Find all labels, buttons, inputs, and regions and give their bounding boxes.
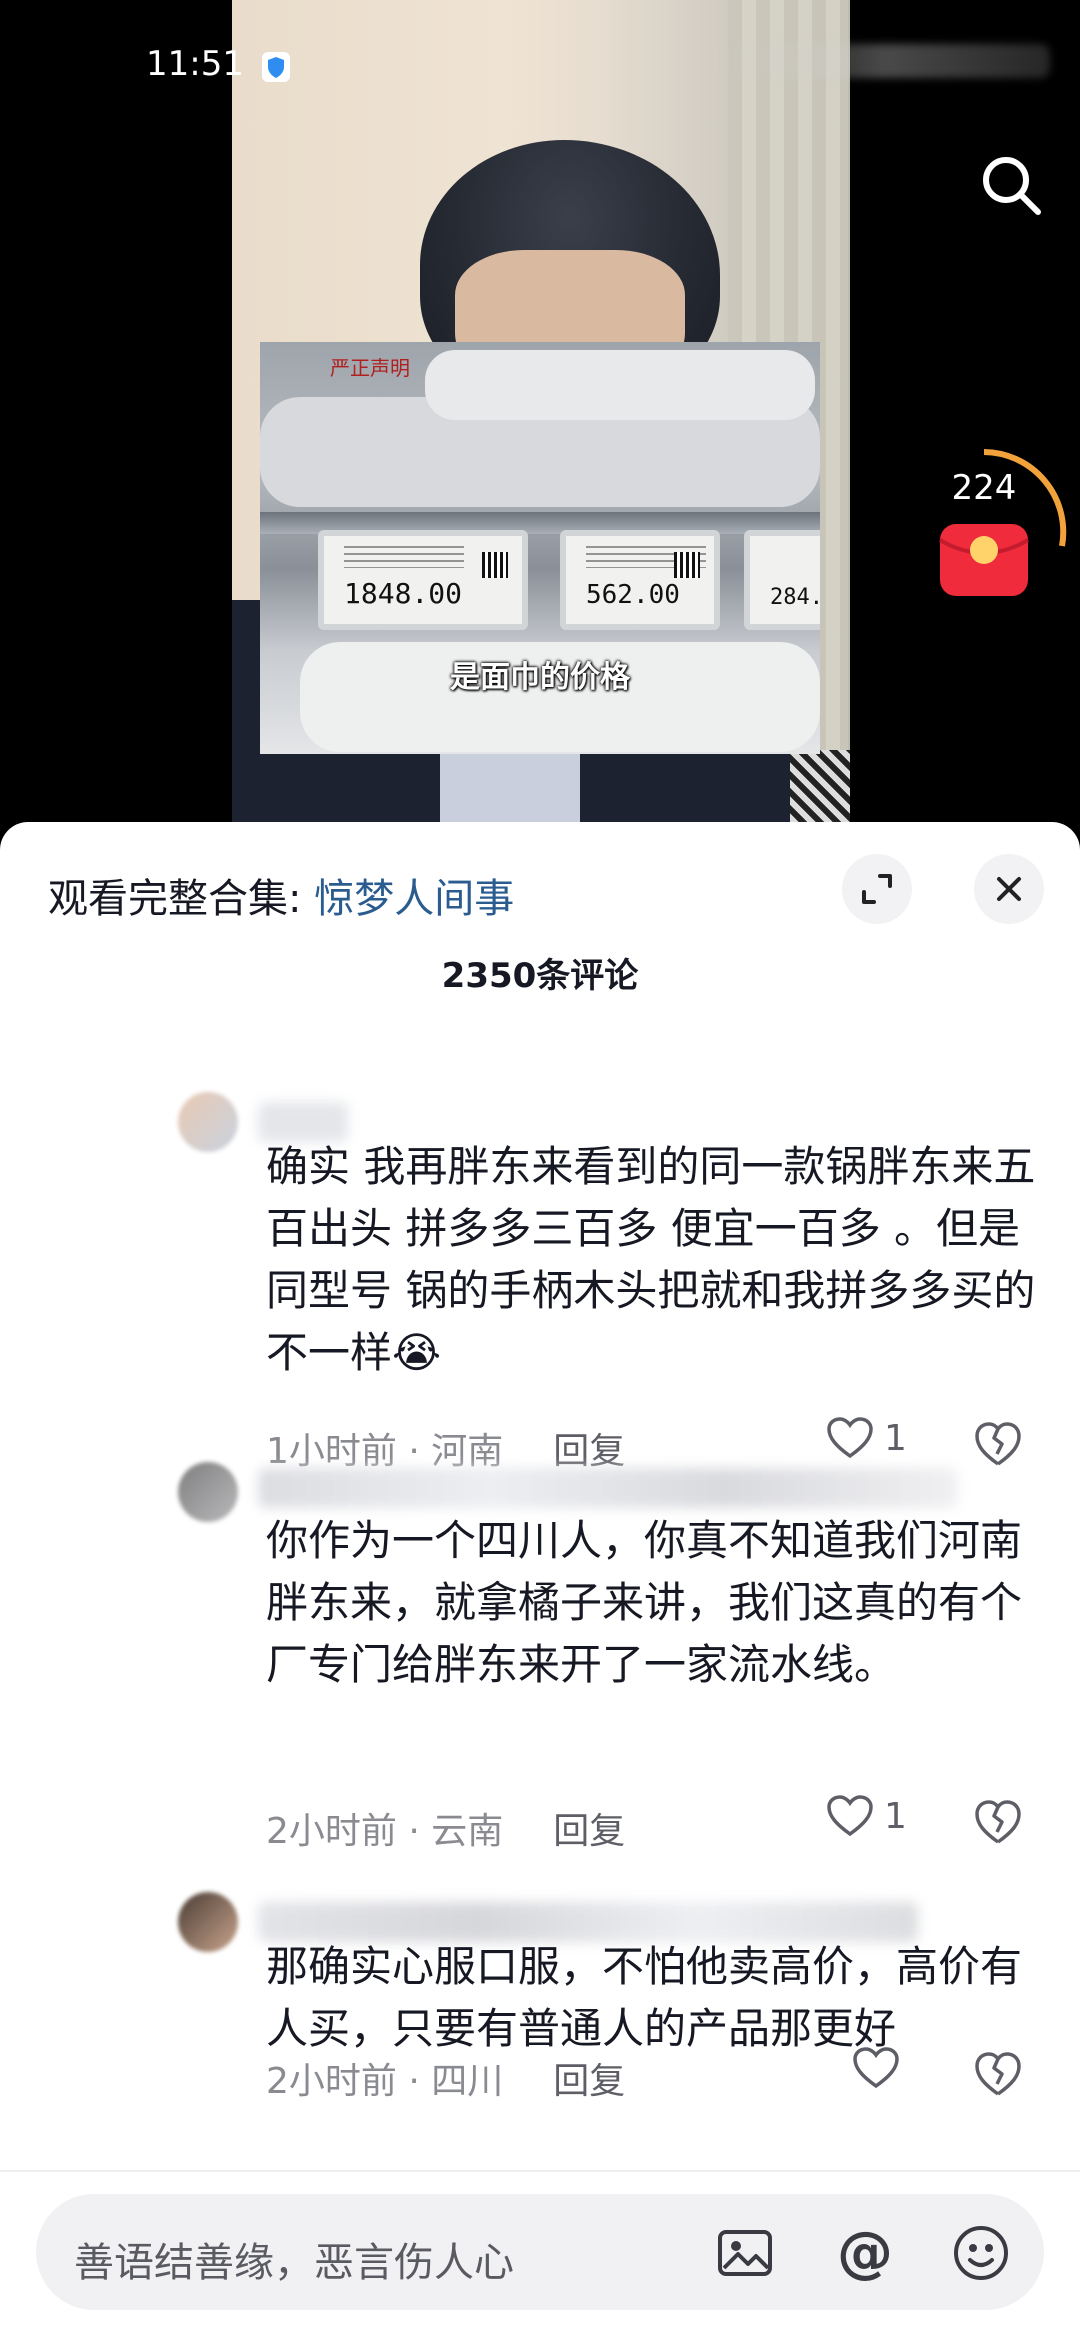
comment-sheet: 观看完整合集: 惊梦人间事 2350条评论 确实 我再胖东来看到的同一款锅胖东来… [0, 822, 1080, 2340]
image-icon[interactable] [714, 2222, 776, 2284]
comment-text: 那确实心服口服，不怕他卖高价，高价有人买，只要有普通人的产品那更好 [266, 1942, 1023, 2053]
expand-button[interactable] [842, 854, 912, 924]
emoji-icon[interactable] [950, 2222, 1012, 2284]
comment-text: 确实 我再胖东来看到的同一款锅胖东来五百出头 拼多多三百多 便宜一百多 。但是同… [266, 1142, 1036, 1377]
heart-icon [827, 1795, 873, 1837]
comment-location: 四川 [431, 2061, 504, 2102]
collection-label: 观看完整合集: [48, 876, 315, 922]
price-value: 1848.00 [344, 577, 463, 610]
comment-location: 云南 [431, 1811, 504, 1852]
comment-time: 1小时前 [266, 1431, 397, 1472]
red-packet-count: 224 [951, 468, 1017, 508]
heart-icon [853, 2047, 899, 2089]
at-icon[interactable]: @ [834, 2222, 896, 2284]
comment-time: 2小时前 [266, 2061, 397, 2102]
avatar[interactable] [178, 1092, 238, 1152]
comment-meta: 2小时前 · 四川 回复 [266, 2061, 626, 2102]
avatar[interactable] [178, 1892, 238, 1952]
inset-video: 严正声明 1848.00 562.00 284. 是面巾的价格 [260, 342, 820, 754]
broken-heart-icon[interactable] [972, 2048, 1024, 2100]
price-tag: 562.00 [560, 530, 720, 630]
qr-code [674, 552, 700, 578]
reply-button[interactable]: 回复 [553, 1811, 625, 1852]
comment-input-placeholder: 善语结善缘，恶言伤人心 [74, 2240, 514, 2286]
price-value: 284. [770, 585, 820, 610]
inset-watermark: 严正声明 [330, 356, 410, 380]
broken-heart-icon[interactable] [972, 1796, 1024, 1848]
comment-input[interactable]: 善语结善缘，恶言伤人心 @ [36, 2194, 1044, 2310]
collection-name[interactable]: 惊梦人间事 [314, 876, 514, 922]
qr-code [482, 552, 508, 578]
like-button[interactable]: 1 [826, 1416, 907, 1460]
video-player[interactable]: 严正声明 1848.00 562.00 284. 是面巾的价格 11:51 22… [0, 0, 1080, 830]
video-subtitle: 是面巾的价格 [450, 660, 630, 695]
reply-button[interactable]: 回复 [553, 1431, 625, 1472]
search-icon[interactable] [976, 150, 1046, 220]
close-button[interactable] [974, 854, 1044, 924]
comment-meta: 2小时前 · 云南 回复 [266, 1811, 626, 1852]
towel-top [425, 350, 815, 420]
expand-icon [862, 874, 892, 904]
reply-button[interactable]: 回复 [553, 2061, 625, 2102]
comment-meta: 1小时前 · 河南 回复 [266, 1431, 626, 1472]
shield-icon [262, 52, 290, 82]
status-icons [720, 44, 1050, 78]
status-time: 11:51 [146, 44, 244, 84]
like-button[interactable] [852, 2046, 900, 2090]
broken-heart-icon[interactable] [972, 1418, 1024, 1470]
price-tag-text-lines [344, 546, 464, 568]
comment-time: 2小时前 [266, 1811, 397, 1852]
plaid-cloth [790, 750, 850, 830]
comment-count: 2350条评论 [441, 956, 639, 996]
like-count: 1 [884, 1795, 907, 1837]
price-tag: 1848.00 [318, 530, 528, 630]
comment-text: 你作为一个四川人，你真不知道我们河南胖东来，就拿橘子来讲，我们这真的有个厂专门给… [266, 1516, 1023, 1689]
like-count: 1 [884, 1417, 907, 1459]
price-value: 562.00 [586, 580, 680, 610]
comment-location: 河南 [431, 1431, 504, 1472]
price-tag: 284. [744, 530, 820, 630]
like-button[interactable]: 1 [826, 1794, 907, 1838]
close-icon [997, 877, 1021, 901]
heart-icon [827, 1417, 873, 1459]
divider [0, 2170, 1080, 2172]
username[interactable] [258, 1468, 958, 1508]
avatar[interactable] [178, 1462, 238, 1522]
collection-link[interactable]: 观看完整合集: 惊梦人间事 [48, 866, 514, 924]
